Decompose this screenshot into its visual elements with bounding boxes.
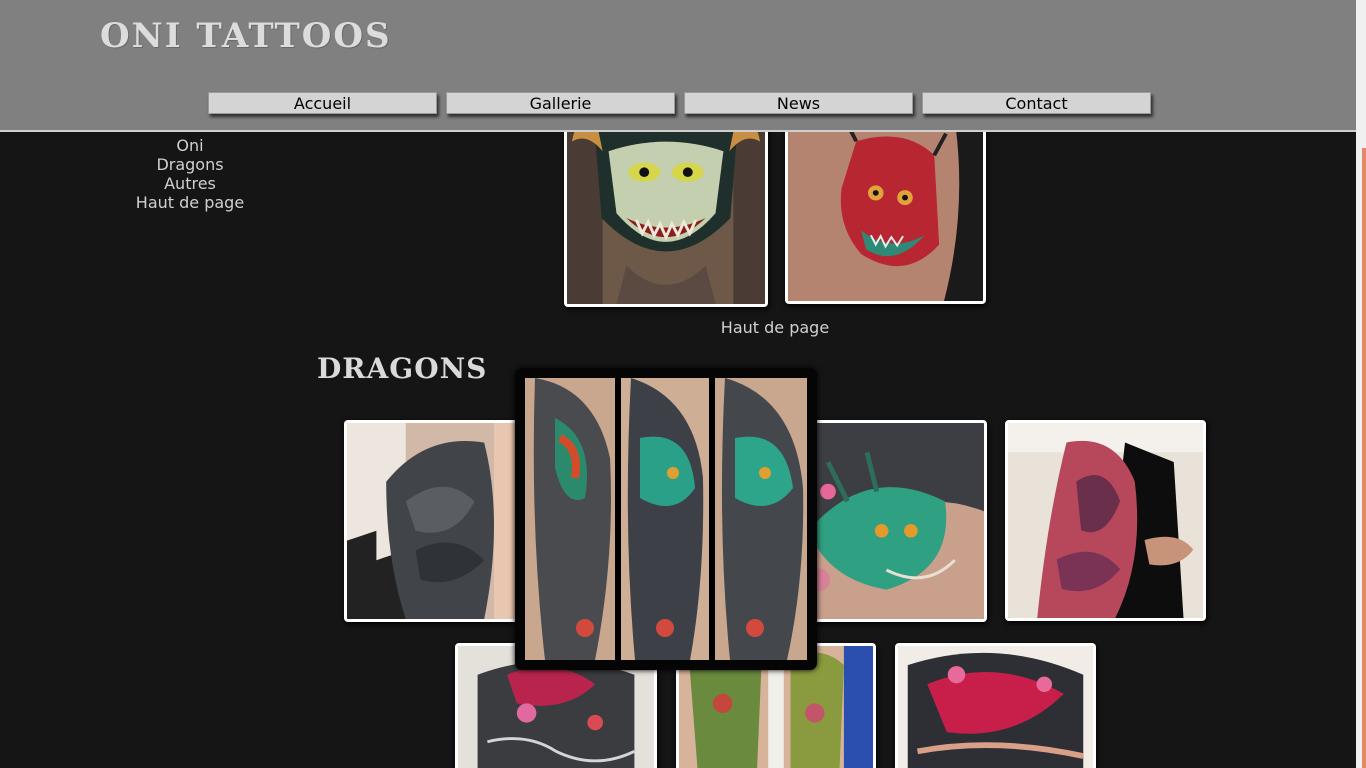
- side-nav-top-link[interactable]: Haut de page: [100, 193, 280, 212]
- nav-accueil-button[interactable]: Accueil: [208, 92, 437, 114]
- enlarged-tattoo-photo[interactable]: [515, 368, 817, 670]
- nav-news-button[interactable]: News: [684, 92, 913, 114]
- side-nav-oni-link[interactable]: Oni: [100, 136, 280, 155]
- side-nav-autres-link[interactable]: Autres: [100, 174, 280, 193]
- scrollbar-thumb[interactable]: [1362, 148, 1366, 768]
- site-header: ONI TATTOOS Accueil Gallerie News Contac…: [0, 0, 1356, 132]
- dragon-tattoo-photo[interactable]: [895, 643, 1096, 768]
- oni-tattoo-photo[interactable]: [564, 110, 768, 307]
- oni-tattoo-photo[interactable]: [785, 110, 986, 304]
- nav-contact-button[interactable]: Contact: [922, 92, 1151, 114]
- main-nav: Accueil Gallerie News Contact: [208, 92, 1151, 114]
- back-to-top-link[interactable]: Haut de page: [700, 318, 850, 337]
- page-scrollbar[interactable]: [1356, 0, 1366, 768]
- dragon-tattoo-photo[interactable]: [1005, 420, 1206, 621]
- nav-gallerie-button[interactable]: Gallerie: [446, 92, 675, 114]
- dragons-section-title: DRAGONS: [317, 352, 488, 385]
- side-nav-dragons-link[interactable]: Dragons: [100, 155, 280, 174]
- site-title: ONI TATTOOS: [100, 16, 392, 56]
- gallery-side-nav: Oni Dragons Autres Haut de page: [100, 136, 280, 212]
- page: ONI TATTOOS Accueil Gallerie News Contac…: [0, 0, 1366, 768]
